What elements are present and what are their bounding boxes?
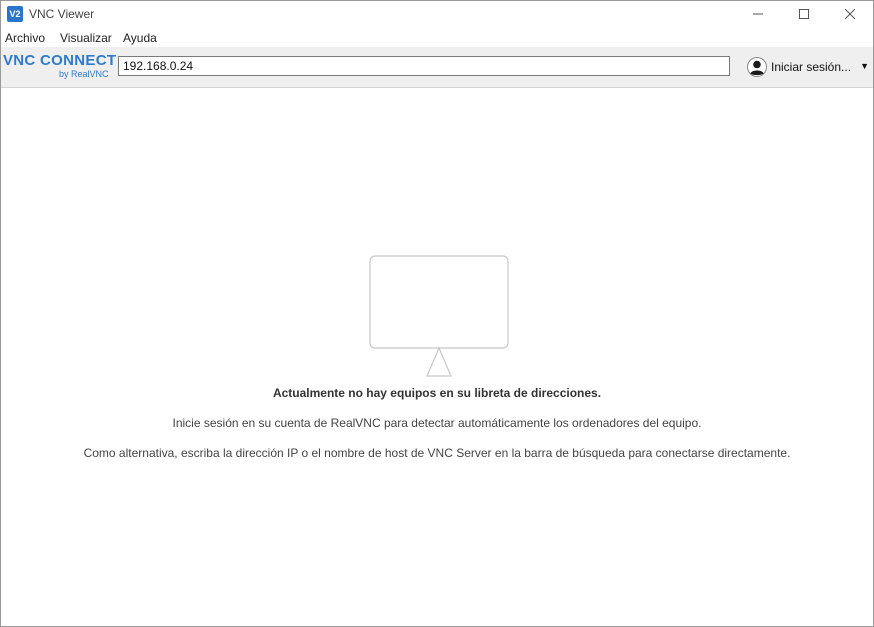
empty-state-title: Actualmente no hay equipos en su libreta… [272,386,602,400]
vnc-app-icon: V2 [7,6,23,22]
window-title: VNC Viewer [29,7,95,21]
address-book-area: Actualmente no hay equipos en su libreta… [1,88,873,626]
signin-button[interactable]: Iniciar sesión... ▼ [747,55,869,79]
title-bar: V2 VNC Viewer [1,1,873,27]
vnc-connect-logo: VNC CONNECT [3,52,117,69]
minimize-button[interactable] [735,1,781,27]
menu-ayuda[interactable]: Ayuda [123,31,157,45]
address-search-input[interactable] [118,56,730,76]
chevron-down-icon: ▼ [860,61,869,71]
close-icon [845,9,855,19]
toolbar: VNC CONNECT by RealVNC Iniciar sesión...… [1,47,873,88]
user-icon [747,57,767,77]
empty-state-signin-hint: Inicie sesión en su cuenta de RealVNC pa… [172,416,702,430]
menu-visualizar[interactable]: Visualizar [60,31,112,45]
maximize-button[interactable] [781,1,827,27]
close-button[interactable] [827,1,873,27]
menu-bar: Archivo Visualizar Ayuda [1,27,873,47]
monitor-icon [369,255,509,377]
menu-archivo[interactable]: Archivo [5,31,45,45]
realvnc-logo-subtitle: by RealVNC [59,69,109,79]
minimize-icon [753,13,763,15]
signin-label: Iniciar sesión... [771,60,852,74]
vnc-viewer-window: V2 VNC Viewer Archivo Visualizar Ayuda V… [0,0,874,627]
maximize-icon [799,9,809,19]
empty-state-address-hint: Como alternativa, escriba la dirección I… [83,446,791,460]
